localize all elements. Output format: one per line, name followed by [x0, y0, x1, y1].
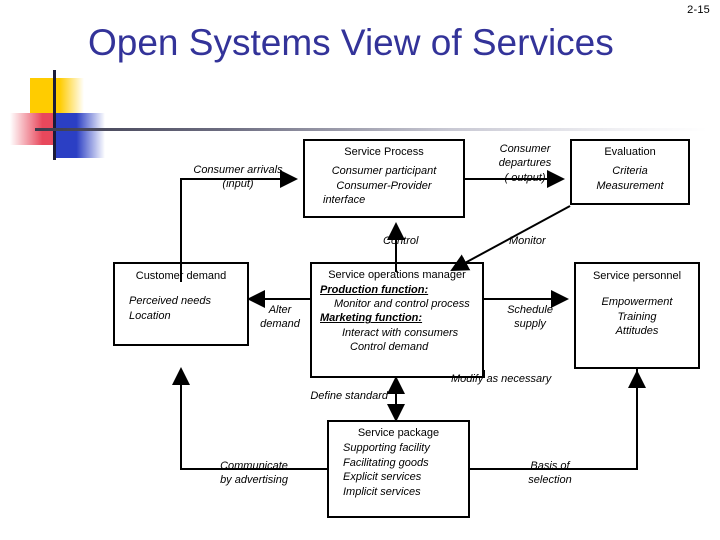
label-alter-demand-line-1: Alter: [268, 304, 292, 316]
box-service-personnel-title: Service personnel: [592, 270, 682, 282]
label-define-standard: Define standard: [258, 389, 388, 403]
box-service-process-line-1: Consumer participant: [331, 164, 437, 177]
box-evaluation-line-1: Criteria: [612, 164, 648, 177]
box-service-package-line-2: Facilitating goods: [343, 456, 429, 469]
label-modify-as-necessary-line-1: Modify as necessary: [451, 373, 552, 385]
box-evaluation-line-2: Measurement: [596, 179, 664, 192]
box-service-package-line-3: Explicit services: [343, 471, 422, 484]
label-basis-of-selection: Basis of selection: [497, 459, 603, 488]
label-alter-demand-line-2: demand: [260, 318, 300, 331]
box-service-process-title: Service Process: [344, 146, 424, 158]
box-marketing-function-detail-1: Interact with consumers: [342, 326, 459, 339]
label-basis-of-selection-line-1: Basis of: [530, 460, 570, 472]
label-control-line-1: Control: [383, 235, 419, 247]
label-define-standard-line-1: Define standard: [310, 390, 388, 402]
box-service-personnel[interactable]: Service personnel Empowerment Training A…: [574, 262, 700, 369]
label-communicate-by-advertising-line-1: Communicate: [220, 460, 288, 472]
box-marketing-function-detail-2: Control demand: [350, 340, 429, 353]
box-marketing-function-heading: Marketing function:: [320, 312, 423, 325]
label-monitor-line-1: Monitor: [509, 235, 546, 247]
label-consumer-departures-line-3: ( output): [504, 171, 546, 184]
ornament-blue-square: [53, 113, 105, 158]
box-service-package-title: Service package: [357, 427, 440, 439]
box-production-function-heading: Production function:: [320, 283, 429, 296]
label-schedule-supply: Schedule supply: [495, 303, 565, 332]
label-modify-as-necessary: Modify as necessary: [451, 372, 551, 386]
label-alter-demand: Alter demand: [249, 303, 311, 332]
label-basis-of-selection-line-2: selection: [528, 474, 572, 487]
box-service-operations-manager[interactable]: Service operations manager Production fu…: [310, 262, 484, 378]
label-monitor: Monitor: [509, 234, 546, 248]
ornament-horizontal-rule: [35, 128, 707, 131]
label-schedule-supply-line-1: Schedule: [507, 304, 553, 316]
box-service-personnel-line-3: Attitudes: [615, 325, 659, 338]
label-communicate-by-advertising: Communicate by advertising: [190, 459, 318, 488]
label-consumer-arrivals-line-1: Consumer arrivals: [193, 164, 283, 176]
box-service-personnel-line-1: Empowerment: [601, 295, 673, 308]
label-consumer-departures: Consumer departures ( output): [485, 142, 565, 185]
box-service-package-line-4: Implicit services: [343, 486, 421, 499]
label-consumer-departures-line-1: Consumer: [499, 143, 551, 155]
box-customer-demand[interactable]: Customer demand Perceived needs Location: [113, 262, 249, 346]
box-service-package[interactable]: Service package Supporting facility Faci…: [327, 420, 470, 518]
label-consumer-departures-line-2: departures: [498, 157, 552, 170]
box-service-personnel-line-2: Training: [617, 310, 657, 323]
page-number: 2-15: [687, 4, 710, 16]
ornament-vertical-rule: [53, 70, 56, 160]
connector-communicate-by-advertising: [172, 367, 327, 470]
page-title: Open Systems View of Services: [88, 22, 614, 63]
box-service-operations-manager-title: Service operations manager: [328, 269, 466, 281]
box-customer-demand-line-1: Perceived needs: [129, 294, 211, 307]
box-production-function-detail: Monitor and control process: [334, 298, 470, 311]
label-control: Control: [383, 234, 418, 248]
label-schedule-supply-line-2: supply: [514, 318, 546, 331]
box-evaluation-title: Evaluation: [604, 146, 656, 158]
label-consumer-arrivals: Consumer arrivals (input): [178, 163, 298, 192]
slide-canvas: 2-15 Open Systems View of Services Servi…: [0, 0, 720, 540]
box-service-package-line-1: Supporting facility: [343, 441, 430, 454]
label-communicate-by-advertising-line-2: by advertising: [220, 474, 288, 487]
ornament-yellow-square: [30, 78, 84, 118]
box-customer-demand-line-2: Location: [129, 309, 171, 322]
box-evaluation[interactable]: Evaluation Criteria Measurement: [570, 139, 690, 205]
box-service-process-line-3: interface: [323, 194, 366, 207]
box-service-process[interactable]: Service Process Consumer participant Con…: [303, 139, 465, 218]
label-consumer-arrivals-line-2: (input): [222, 178, 254, 191]
box-customer-demand-title: Customer demand: [135, 270, 227, 282]
box-service-process-line-2: Consumer-Provider: [336, 179, 432, 192]
